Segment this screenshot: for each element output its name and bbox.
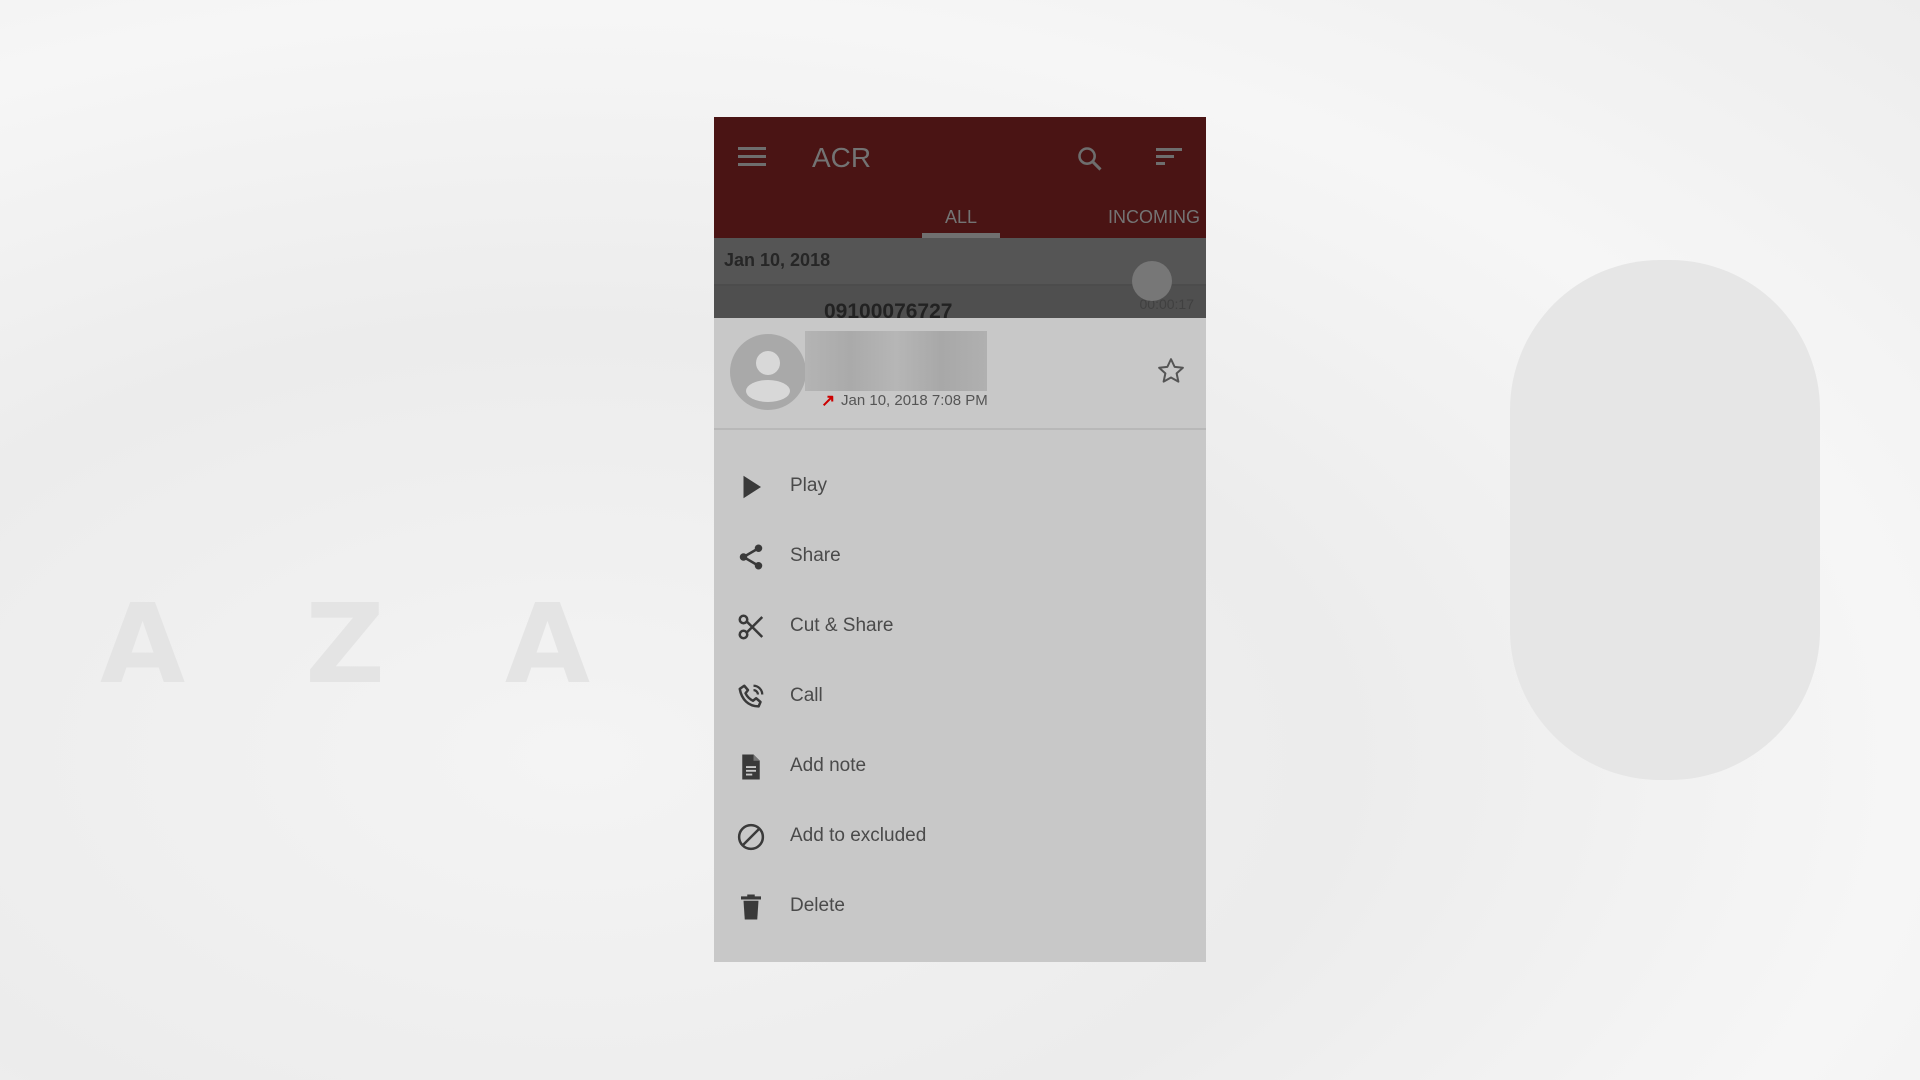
date-header-text: Jan 10, 2018: [724, 250, 831, 270]
phone-icon: [738, 684, 764, 708]
menu-item-label: Add note: [790, 755, 867, 776]
watermark-logo: [1510, 260, 1820, 780]
menu-item-label: Play: [790, 475, 827, 496]
menu-item-add-note[interactable]: Add note: [714, 736, 1206, 796]
app-title: ACR: [812, 142, 872, 173]
phone-screen: ACR ALL INCOMING Jan 10, 2018 0910007672…: [714, 117, 1206, 962]
block-icon: [737, 823, 765, 851]
contact-name-blurred: [805, 331, 987, 391]
play-icon: [743, 475, 761, 499]
app-bar: ACR ALL INCOMING: [714, 117, 1206, 238]
trash-icon: [741, 894, 761, 920]
outgoing-call-icon: ↗: [821, 391, 836, 410]
touch-ripple: [1132, 261, 1172, 301]
menu-icon[interactable]: [738, 147, 766, 167]
menu-item-label: Add to excluded: [790, 825, 927, 846]
menu-item-cut-share[interactable]: Cut & Share: [714, 596, 1206, 656]
menu-item-call[interactable]: Call: [714, 666, 1206, 726]
recording-timestamp: Jan 10, 2018 7:08 PM: [841, 392, 988, 409]
star-icon[interactable]: [1156, 356, 1186, 386]
avatar: [730, 334, 806, 410]
tab-incoming[interactable]: INCOMING: [1108, 207, 1200, 228]
sheet-header: ↗ Jan 10, 2018 7:08 PM: [714, 318, 1206, 430]
tab-all[interactable]: ALL: [922, 207, 1000, 228]
menu-item-label: Cut & Share: [790, 615, 894, 636]
share-icon: [739, 544, 763, 570]
menu-item-label: Share: [790, 545, 841, 566]
menu-item-play[interactable]: Play: [714, 456, 1206, 516]
search-icon[interactable]: [1076, 145, 1104, 173]
watermark: AZA: [100, 580, 711, 708]
menu-item-add-to-excluded[interactable]: Add to excluded: [714, 806, 1206, 866]
menu-item-label: Delete: [790, 895, 845, 916]
menu-item-label: Call: [790, 685, 823, 706]
note-icon: [742, 754, 760, 780]
bottom-sheet: ↗ Jan 10, 2018 7:08 PM Play Share Cut & …: [714, 318, 1206, 962]
scissors-icon: [738, 614, 764, 640]
menu-item-share[interactable]: Share: [714, 526, 1206, 586]
sort-icon[interactable]: [1156, 147, 1182, 167]
menu-item-delete[interactable]: Delete: [714, 876, 1206, 936]
